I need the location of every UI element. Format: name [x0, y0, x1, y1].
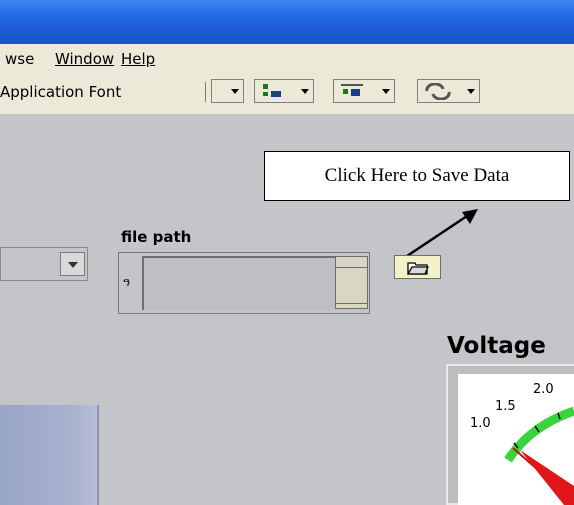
ring-dropdown-button[interactable]	[60, 252, 85, 276]
browse-folder-button[interactable]	[394, 255, 441, 279]
folder-icon	[407, 262, 429, 275]
file-path-scrollbar[interactable]	[335, 256, 368, 309]
file-path-control[interactable]: ዓ	[118, 252, 370, 314]
align-objects-icon	[263, 84, 281, 97]
callout-arrow-icon	[406, 209, 478, 258]
menu-item-help[interactable]: Help	[121, 50, 155, 68]
save-data-callout: Click Here to Save Data	[264, 151, 570, 201]
toolbar: Application Font	[0, 72, 574, 115]
window-title-bar	[0, 0, 574, 44]
decorative-panel	[0, 405, 99, 505]
gauge-scale	[504, 406, 574, 505]
voltage-label: Voltage	[447, 333, 546, 359]
distribute-objects-icon	[341, 84, 363, 96]
file-path-input[interactable]	[142, 256, 354, 310]
align-objects-button[interactable]	[254, 79, 314, 103]
reorder-icon	[425, 83, 451, 100]
menu-item-window[interactable]: Window	[55, 50, 114, 68]
font-dropdown-button[interactable]	[211, 79, 244, 103]
distribute-objects-button[interactable]	[333, 79, 395, 103]
font-selector[interactable]: Application Font	[0, 80, 206, 104]
path-icon: ዓ	[123, 275, 131, 289]
reorder-button[interactable]	[417, 79, 480, 103]
menu-item-browse[interactable]: wse	[5, 50, 34, 68]
file-path-label: file path	[121, 228, 192, 246]
font-selector-value: Application Font	[0, 83, 122, 101]
menu-bar: wse Window Help	[0, 44, 574, 72]
